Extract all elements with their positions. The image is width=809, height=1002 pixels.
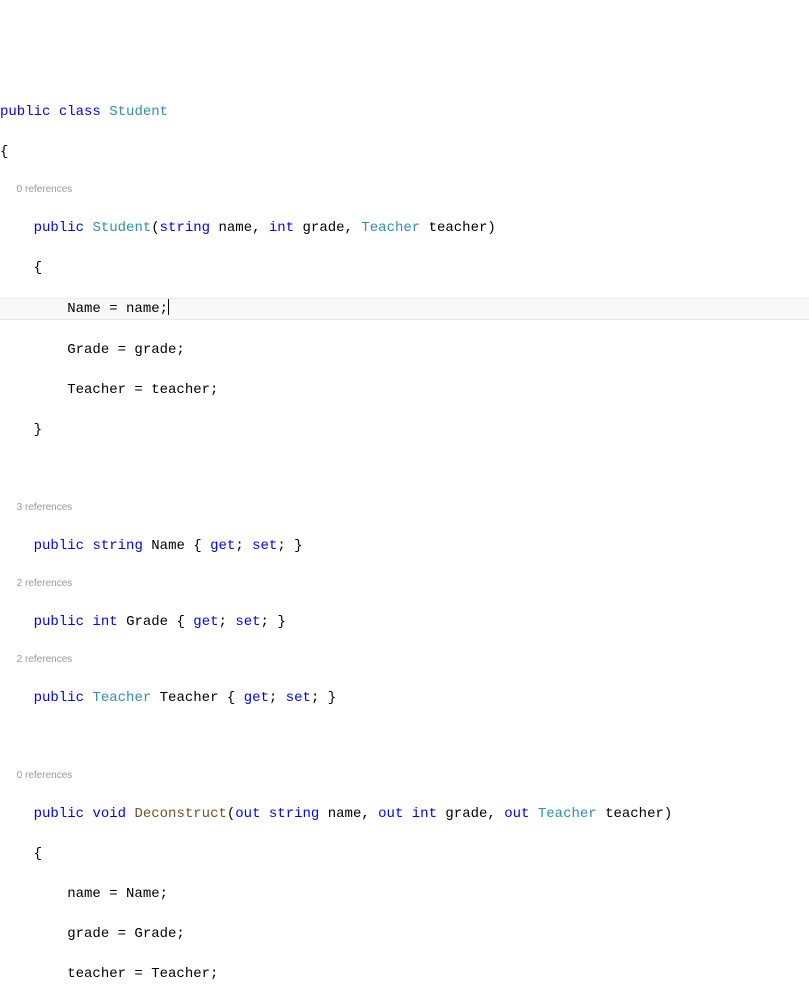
code-line[interactable]: public int Grade { get; set; }	[0, 612, 809, 632]
statement: teacher = Teacher;	[67, 966, 218, 982]
constructor-name: Student	[92, 220, 151, 236]
text-cursor	[168, 299, 169, 315]
property-name: Grade	[126, 614, 176, 630]
parameter: teacher	[429, 220, 488, 236]
indent-guide	[34, 886, 68, 902]
code-line[interactable]: grade = Grade;	[0, 924, 809, 944]
blank-line[interactable]	[0, 460, 809, 480]
indent-guide	[0, 382, 34, 398]
parameter: teacher	[605, 806, 664, 822]
indent-guide	[0, 846, 34, 862]
type-name: Teacher	[92, 690, 151, 706]
code-line[interactable]: Grade = grade;	[0, 340, 809, 360]
code-line[interactable]: {	[0, 142, 809, 162]
type-name: Teacher	[538, 806, 597, 822]
indent-guide	[34, 966, 68, 982]
indent-guide	[0, 614, 34, 630]
keyword: public	[34, 538, 84, 554]
property-name: Teacher	[160, 690, 227, 706]
keyword: void	[92, 806, 126, 822]
codelens-references[interactable]: 2 references	[0, 576, 809, 592]
parameter: grade	[445, 806, 487, 822]
keyword: string	[160, 220, 210, 236]
code-line[interactable]: public class Student	[0, 102, 809, 122]
indent-guide	[0, 342, 34, 358]
brace: {	[34, 260, 42, 276]
code-line[interactable]: public void Deconstruct(out string name,…	[0, 804, 809, 824]
brace: }	[34, 422, 42, 438]
indent-guide	[0, 886, 34, 902]
keyword: public	[0, 104, 50, 120]
keyword: int	[92, 614, 117, 630]
parameter: name	[218, 220, 252, 236]
keyword: string	[92, 538, 142, 554]
code-line[interactable]: name = Name;	[0, 884, 809, 904]
keyword: public	[34, 806, 84, 822]
indent-guide	[0, 422, 34, 438]
method-name: Deconstruct	[134, 806, 226, 822]
keyword: int	[412, 806, 437, 822]
code-line[interactable]: {	[0, 844, 809, 864]
indent-guide	[0, 538, 34, 554]
code-line[interactable]: teacher = Teacher;	[0, 964, 809, 984]
code-line[interactable]: {	[0, 258, 809, 278]
code-line[interactable]: public Teacher Teacher { get; set; }	[0, 688, 809, 708]
statement: Name = name;	[67, 301, 168, 317]
code-line-current[interactable]: Name = name;	[0, 298, 809, 320]
indent-guide	[0, 220, 34, 236]
keyword: out	[378, 806, 403, 822]
type-name: Teacher	[361, 220, 420, 236]
parameter: grade	[303, 220, 345, 236]
keyword: out	[504, 806, 529, 822]
indent-guide	[0, 690, 34, 706]
statement: Grade = grade;	[67, 342, 185, 358]
indent-guide	[0, 301, 34, 317]
type-name: Student	[109, 104, 168, 120]
codelens-references[interactable]: 3 references	[0, 500, 809, 516]
statement: grade = Grade;	[67, 926, 185, 942]
keyword: public	[34, 690, 84, 706]
indent-guide	[0, 926, 34, 942]
brace: {	[34, 846, 42, 862]
statement: Teacher = teacher;	[67, 382, 218, 398]
indent-guide	[34, 342, 68, 358]
indent-guide	[34, 301, 68, 317]
keyword: public	[34, 220, 84, 236]
keyword: public	[34, 614, 84, 630]
codelens-references[interactable]: 0 references	[0, 768, 809, 784]
indent-guide	[0, 966, 34, 982]
code-line[interactable]: }	[0, 420, 809, 440]
statement: name = Name;	[67, 886, 168, 902]
codelens-references[interactable]: 2 references	[0, 652, 809, 668]
property-name: Name	[151, 538, 193, 554]
parameter: name	[328, 806, 362, 822]
codelens-references[interactable]: 0 references	[0, 182, 809, 198]
keyword: class	[59, 104, 101, 120]
keyword: string	[269, 806, 319, 822]
indent-guide	[0, 260, 34, 276]
indent-guide	[34, 382, 68, 398]
code-line[interactable]: Teacher = teacher;	[0, 380, 809, 400]
blank-line[interactable]	[0, 728, 809, 748]
keyword: out	[235, 806, 260, 822]
code-line[interactable]: public string Name { get; set; }	[0, 536, 809, 556]
code-line[interactable]: public Student(string name, int grade, T…	[0, 218, 809, 238]
indent-guide	[34, 926, 68, 942]
code-editor[interactable]: public class Student { 0 references publ…	[0, 82, 809, 1002]
keyword: int	[269, 220, 294, 236]
brace: {	[0, 144, 8, 160]
indent-guide	[0, 806, 34, 822]
